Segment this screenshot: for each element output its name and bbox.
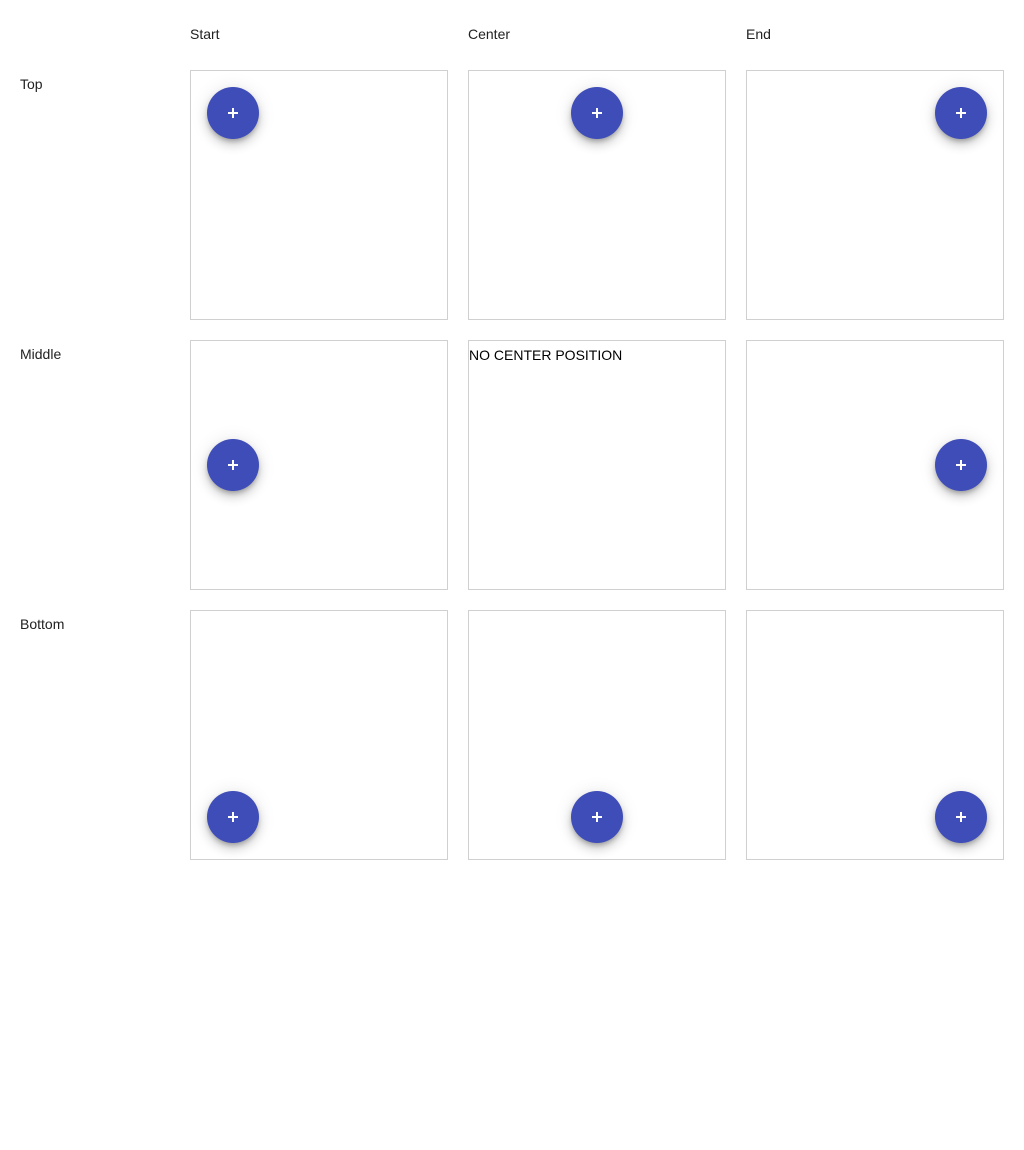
cell-middle-end: [746, 340, 1004, 590]
cell-middle-start: [190, 340, 448, 590]
fab-bottom-center-button[interactable]: [571, 791, 623, 843]
cell-bottom-start: [190, 610, 448, 860]
fab-position-demo: Start Center End Top Middle Bottom NO CE…: [0, 0, 1024, 1150]
plus-icon: [228, 460, 238, 470]
row-header-middle: Middle: [20, 346, 62, 362]
fab-middle-end-button[interactable]: [935, 439, 987, 491]
plus-icon: [592, 812, 602, 822]
fab-top-end-button[interactable]: [935, 87, 987, 139]
plus-icon: [592, 108, 602, 118]
no-center-position-label: NO CENTER POSITION: [469, 347, 623, 363]
column-header-center: Center: [468, 26, 511, 42]
column-header-start: Start: [190, 26, 220, 42]
row-header-bottom: Bottom: [20, 616, 65, 632]
plus-icon: [956, 108, 966, 118]
plus-icon: [956, 460, 966, 470]
cell-bottom-center: [468, 610, 726, 860]
plus-icon: [228, 812, 238, 822]
fab-top-start-button[interactable]: [207, 87, 259, 139]
row-header-top: Top: [20, 76, 43, 92]
column-header-end: End: [746, 26, 771, 42]
fab-bottom-end-button[interactable]: [935, 791, 987, 843]
cell-top-end: [746, 70, 1004, 320]
cell-middle-center: NO CENTER POSITION: [468, 340, 726, 590]
cell-top-center: [468, 70, 726, 320]
plus-icon: [956, 812, 966, 822]
cell-bottom-end: [746, 610, 1004, 860]
fab-bottom-start-button[interactable]: [207, 791, 259, 843]
cell-top-start: [190, 70, 448, 320]
fab-top-center-button[interactable]: [571, 87, 623, 139]
plus-icon: [228, 108, 238, 118]
fab-middle-start-button[interactable]: [207, 439, 259, 491]
